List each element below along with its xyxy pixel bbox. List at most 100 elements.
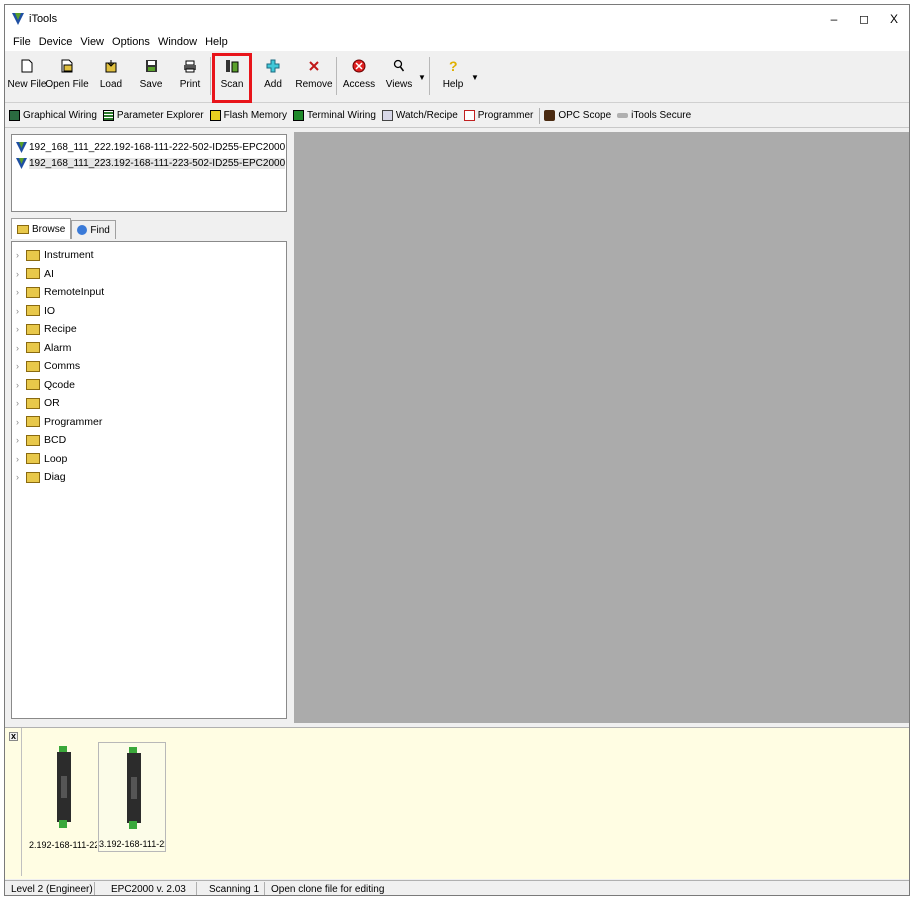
watch-recipe-label: Watch/Recipe [395, 110, 458, 121]
chevron-right-icon[interactable]: › [16, 269, 26, 279]
parameter-explorer-icon [102, 110, 114, 121]
restore-button[interactable]: ◻ [849, 5, 879, 33]
views-button[interactable]: Views [379, 55, 419, 97]
tree-item-label: IO [44, 304, 56, 317]
new-file-button[interactable]: New File [7, 55, 47, 97]
menu-options[interactable]: Options [108, 36, 154, 48]
watch-recipe-button[interactable]: Watch/Recipe [381, 110, 458, 121]
add-label: Add [264, 79, 282, 90]
device-list-item[interactable]: 192_168_111_222.192-168-111-222-502-ID25… [12, 139, 286, 155]
tree-item-or[interactable]: › OR [12, 394, 286, 413]
chevron-right-icon[interactable]: › [16, 435, 26, 445]
close-panel-button[interactable]: x [9, 732, 18, 741]
status-bar: Level 2 (Engineer) EPC2000 v. 2.03 Scann… [5, 880, 909, 895]
new-file-label: New File [7, 79, 47, 90]
access-button[interactable]: Access [339, 55, 379, 97]
minimize-button[interactable]: – [819, 5, 849, 33]
help-button[interactable]: ? Help [433, 55, 473, 97]
tree-item-io[interactable]: › IO [12, 302, 286, 321]
chevron-right-icon[interactable]: › [16, 472, 26, 482]
chevron-right-icon[interactable]: › [16, 324, 26, 334]
itools-secure-button[interactable]: iTools Secure [617, 110, 691, 121]
menu-view[interactable]: View [76, 36, 108, 48]
add-button[interactable]: Add [253, 55, 293, 97]
itools-logo-icon [12, 13, 24, 25]
chevron-right-icon[interactable]: › [16, 398, 26, 408]
close-button[interactable]: X [879, 5, 909, 33]
device-card[interactable]: 2.192-168-111-222-50 [29, 742, 97, 852]
find-icon [77, 225, 88, 235]
toolbar-separator [429, 57, 430, 95]
tree-item-comms[interactable]: › Comms [12, 357, 286, 376]
save-button[interactable]: Save [131, 55, 171, 97]
help-dropdown-arrow-icon[interactable]: ▼ [471, 73, 479, 82]
save-label: Save [139, 79, 163, 90]
menu-device[interactable]: Device [35, 36, 77, 48]
opc-scope-button[interactable]: OPC Scope [544, 110, 611, 121]
tree-item-label: Instrument [44, 249, 94, 262]
scan-highlight-box [212, 53, 252, 103]
device-list-item[interactable]: 192_168_111_223.192-168-111-223-502-ID25… [12, 155, 286, 171]
chevron-right-icon[interactable]: › [16, 361, 26, 371]
tree-item-recipe[interactable]: › Recipe [12, 320, 286, 339]
tree-item-alarm[interactable]: › Alarm [12, 339, 286, 358]
binoculars-icon [544, 110, 556, 121]
load-label: Load [99, 79, 123, 90]
terminal-wiring-icon [292, 110, 304, 121]
tree-item-ai[interactable]: › AI [12, 265, 286, 284]
tab-find-label: Find [90, 224, 110, 236]
tree-item-bcd[interactable]: › BCD [12, 431, 286, 450]
views-dropdown-arrow-icon[interactable]: ▼ [418, 73, 426, 82]
menu-bar: File Device View Options Window Help [5, 33, 909, 51]
chevron-right-icon[interactable]: › [16, 306, 26, 316]
chevron-right-icon[interactable]: › [16, 343, 26, 353]
tree-item-programmer[interactable]: › Programmer [12, 413, 286, 432]
tree-item-label: Programmer [44, 415, 103, 428]
programmer-button[interactable]: Programmer [463, 110, 533, 121]
watch-recipe-icon [381, 110, 393, 121]
tree-item-instrument[interactable]: › Instrument [12, 246, 286, 265]
svg-text:?: ? [449, 58, 458, 74]
device-icon [16, 157, 27, 169]
tree-item-remoteinput[interactable]: › RemoteInput [12, 283, 286, 302]
menu-window[interactable]: Window [154, 36, 201, 48]
menu-help[interactable]: Help [201, 36, 232, 48]
remove-label: Remove [295, 79, 333, 90]
chevron-right-icon[interactable]: › [16, 380, 26, 390]
print-button[interactable]: Print [170, 55, 210, 97]
chevron-right-icon[interactable]: › [16, 287, 26, 297]
open-file-button[interactable]: Open File [45, 55, 89, 97]
flash-memory-button[interactable]: Flash Memory [209, 110, 287, 121]
graphical-wiring-icon [9, 110, 20, 121]
device-card[interactable]: 3.192-168-111-223-50 [98, 742, 166, 852]
tree-item-qcode[interactable]: › Qcode [12, 376, 286, 395]
parameter-explorer-button[interactable]: Parameter Explorer [102, 110, 204, 121]
itools-window: iTools – ◻ X File Device View Options Wi… [4, 4, 910, 896]
chevron-right-icon[interactable]: › [16, 454, 26, 464]
folder-icon [26, 471, 40, 483]
terminal-wiring-button[interactable]: Terminal Wiring [292, 110, 376, 121]
menu-file[interactable]: File [9, 36, 35, 48]
graphical-wiring-button[interactable]: Graphical Wiring [9, 110, 97, 121]
load-button[interactable]: Load [91, 55, 131, 97]
chevron-right-icon[interactable]: › [16, 250, 26, 260]
chevron-right-icon[interactable]: › [16, 417, 26, 427]
folder-icon [26, 249, 40, 261]
open-file-label: Open File [45, 79, 89, 90]
tree-item-diag[interactable]: › Diag [12, 468, 286, 487]
tree-item-label: OR [44, 397, 60, 410]
status-message: Open clone file for editing [271, 883, 385, 895]
tab-find[interactable]: Find [71, 220, 116, 239]
folder-icon [26, 397, 40, 409]
folder-icon [26, 416, 40, 428]
mdi-work-area [294, 132, 909, 723]
folder-icon [26, 379, 40, 391]
tab-browse-label: Browse [32, 223, 66, 235]
tab-browse[interactable]: Browse [11, 218, 72, 239]
tree-item-loop[interactable]: › Loop [12, 450, 286, 469]
key-icon [617, 113, 629, 118]
device-name: 192_168_111_223.192-168-111-223-502-ID25… [29, 157, 286, 169]
remove-button[interactable]: Remove [294, 55, 334, 97]
browser-tabs: Browse Find [11, 218, 116, 239]
status-version: EPC2000 v. 2.03 [95, 881, 197, 895]
